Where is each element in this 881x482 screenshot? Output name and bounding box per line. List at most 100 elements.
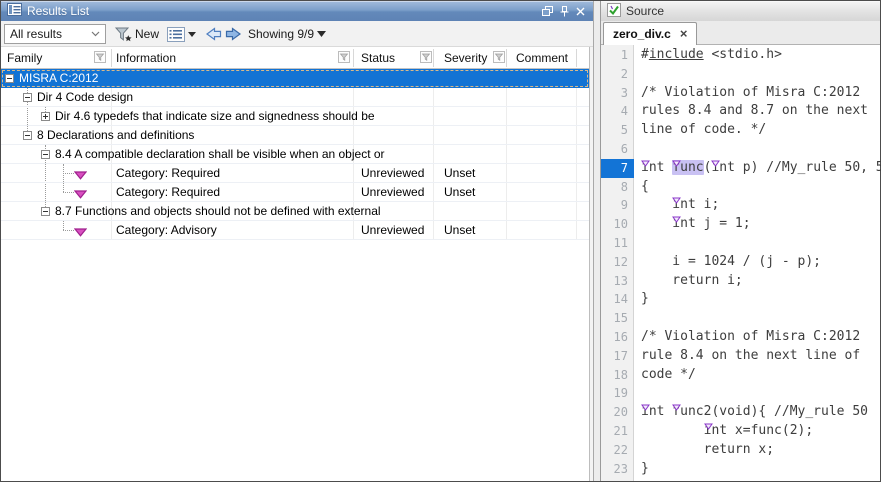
code-line[interactable]: 5line of code. */ (601, 121, 880, 140)
results-row[interactable]: Category: RequiredUnreviewedUnset (1, 164, 589, 183)
code-line[interactable]: 11 (601, 234, 880, 253)
layout-view-caret-icon[interactable] (188, 24, 196, 44)
column-header-comment[interactable]: Comment (516, 47, 568, 69)
new-filter-icon[interactable] (114, 24, 133, 44)
line-number: 23 (601, 460, 634, 479)
polyspace-window: Results List All results New (0, 0, 881, 482)
next-result-button[interactable] (225, 24, 242, 44)
violation-marker-icon[interactable] (672, 211, 681, 230)
showing-count-label[interactable]: Showing 9/9 (248, 24, 314, 44)
code-line[interactable]: 8{ (601, 178, 880, 197)
results-row[interactable]: Dir 4 Code design (1, 88, 589, 107)
result-status: Unreviewed (361, 221, 424, 239)
column-header-family[interactable]: Family (7, 47, 42, 69)
violation-marker-icon[interactable] (641, 155, 650, 174)
line-number: 20 (601, 403, 634, 422)
code-line[interactable]: 12 i = 1024 / (j - p); (601, 253, 880, 272)
float-panel-icon[interactable] (542, 6, 553, 16)
violation-marker-icon[interactable] (672, 192, 681, 211)
code-token: } (641, 461, 649, 476)
result-severity: Unset (444, 221, 475, 239)
results-row[interactable]: Category: RequiredUnreviewedUnset (1, 183, 589, 202)
code-line[interactable]: 22 return x; (601, 441, 880, 460)
source-panel: Source zero_div.c × 1#include <stdio.h>2… (601, 1, 880, 481)
line-number: 16 (601, 328, 634, 347)
code-line[interactable]: 21 int x=func(2); (601, 422, 880, 441)
code-text: return x; (634, 441, 774, 460)
previous-result-button[interactable] (205, 24, 222, 44)
column-header-status[interactable]: Status (361, 47, 395, 69)
tree-guide-stub (63, 173, 74, 174)
column-header-information[interactable]: Information (116, 47, 176, 69)
code-line[interactable]: 23} (601, 460, 880, 479)
code-text: { (634, 178, 649, 197)
line-number: 8 (601, 178, 634, 197)
code-line[interactable]: 17rule 8.4 on the next line of (601, 347, 880, 366)
code-text: int func(int p) //My_rule 50, 51 (634, 159, 881, 178)
column-filter-icon[interactable] (338, 51, 350, 66)
showing-caret-icon[interactable] (317, 24, 326, 44)
source-check-icon (607, 3, 621, 20)
code-line[interactable]: 20int func2(void){ //My_rule 50 (601, 403, 880, 422)
new-filter-label[interactable]: New (135, 24, 159, 44)
tree-expander-minus[interactable] (5, 74, 14, 83)
result-label: Category: Required (116, 183, 220, 201)
code-line[interactable]: 16 /* Violation of Misra C:2012 (601, 328, 880, 347)
code-line[interactable]: 18code */ (601, 366, 880, 385)
tree-expander-minus[interactable] (23, 131, 32, 140)
results-row[interactable]: 8 Declarations and definitions (1, 126, 589, 145)
code-line[interactable]: 2 (601, 65, 880, 84)
results-row[interactable]: Category: AdvisoryUnreviewedUnset (1, 221, 589, 240)
column-filter-icon[interactable] (420, 51, 432, 66)
violation-marker-icon[interactable] (641, 399, 650, 418)
results-row[interactable]: MISRA C:2012 (1, 69, 589, 88)
line-number: 15 (601, 309, 634, 328)
code-line[interactable]: 15 (601, 309, 880, 328)
results-row[interactable]: 8.7 Functions and objects should not be … (1, 202, 589, 221)
code-line[interactable]: 3/* Violation of Misra C:2012 (601, 84, 880, 103)
close-panel-icon[interactable] (576, 7, 585, 16)
tab-zero-div-c[interactable]: zero_div.c × (603, 22, 697, 45)
line-number: 2 (601, 65, 634, 84)
layout-view-button[interactable] (167, 24, 185, 44)
results-row[interactable]: Dir 4.6 typedefs that indicate size and … (1, 107, 589, 126)
results-filter-dropdown[interactable]: All results (4, 24, 106, 44)
pin-panel-icon[interactable] (560, 6, 569, 17)
code-line[interactable]: 7int func(int p) //My_rule 50, 51 (601, 159, 880, 178)
code-token: int j = 1; (641, 216, 751, 231)
column-header-severity[interactable]: Severity (444, 47, 487, 69)
violation-marker-icon[interactable] (704, 418, 713, 437)
code-token: rule 8.4 on the next line of (641, 348, 860, 363)
code-line[interactable]: 1#include <stdio.h> (601, 46, 880, 65)
violation-marker-icon[interactable] (672, 399, 681, 418)
line-number: 7 (601, 159, 634, 178)
results-list-title: Results List (27, 4, 89, 18)
misra-violation-icon[interactable] (74, 226, 87, 240)
misra-violation-icon[interactable] (74, 188, 87, 202)
code-line[interactable]: 4rules 8.4 and 8.7 on the next (601, 102, 880, 121)
misra-violation-icon[interactable] (74, 169, 87, 183)
tree-expander-plus[interactable] (41, 112, 50, 121)
violation-marker-icon[interactable] (672, 155, 681, 174)
tree-expander-minus[interactable] (23, 93, 32, 102)
violation-marker-icon[interactable] (711, 155, 720, 174)
results-table-header: Family Information Status Severity Comment (1, 47, 589, 69)
tree-expander-minus[interactable] (41, 207, 50, 216)
code-line[interactable]: 13 return i; (601, 272, 880, 291)
code-text (634, 140, 641, 159)
results-row[interactable]: 8.4 A compatible declaration shall be vi… (1, 145, 589, 164)
column-filter-icon[interactable] (94, 51, 106, 66)
code-token: <stdio.h> (704, 47, 782, 62)
source-titlebar: Source (601, 1, 880, 21)
column-filter-icon[interactable] (493, 51, 505, 66)
code-token: /* Violation of Misra C:2012 (641, 329, 860, 344)
code-text: i = 1024 / (j - p); (634, 253, 821, 272)
source-tabbar: zero_div.c × (601, 21, 880, 45)
source-code-area[interactable]: 1#include <stdio.h>23/* Violation of Mis… (601, 45, 880, 481)
tree-expander-minus[interactable] (41, 150, 50, 159)
code-line[interactable]: 10 int j = 1; (601, 215, 880, 234)
code-line[interactable]: 14} (601, 290, 880, 309)
panel-splitter[interactable] (593, 1, 601, 481)
tab-close-icon[interactable]: × (680, 28, 688, 40)
code-line[interactable]: 9 int i; (601, 196, 880, 215)
